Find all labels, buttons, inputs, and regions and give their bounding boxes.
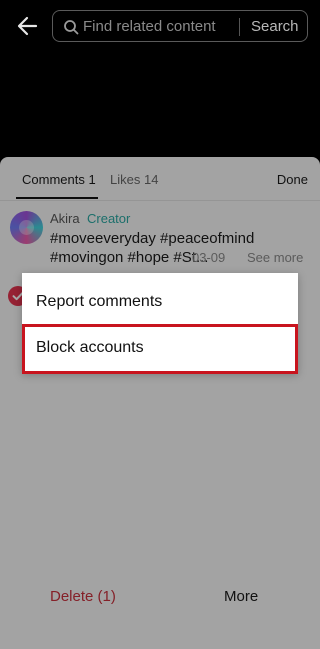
search-button[interactable]: Search xyxy=(251,18,299,35)
action-menu: Report comments Block accounts xyxy=(22,273,298,374)
dim-overlay[interactable] xyxy=(0,157,320,649)
back-arrow-icon[interactable] xyxy=(14,12,42,40)
search-input[interactable]: Find related content xyxy=(83,18,216,35)
menu-item-block-accounts[interactable]: Block accounts xyxy=(22,324,298,374)
search-box[interactable]: Find related content Search xyxy=(52,10,308,42)
menu-item-label: Report comments xyxy=(36,293,163,310)
top-bar: Find related content Search xyxy=(0,0,320,56)
search-divider xyxy=(239,18,240,36)
search-icon xyxy=(63,19,79,35)
menu-item-label: Block accounts xyxy=(36,339,144,356)
menu-item-report-comments[interactable]: Report comments xyxy=(22,278,298,328)
